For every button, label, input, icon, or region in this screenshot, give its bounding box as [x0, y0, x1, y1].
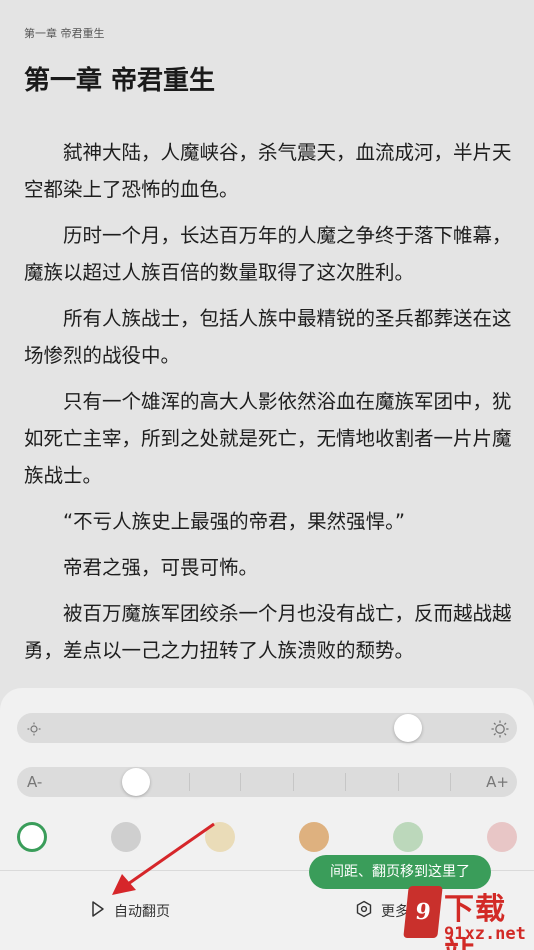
- theme-gray[interactable]: [111, 822, 141, 852]
- auto-page-label: 自动翻页: [114, 904, 170, 920]
- slider-tick: [189, 773, 190, 791]
- theme-green[interactable]: [393, 822, 423, 852]
- play-icon: [90, 900, 106, 922]
- font-size-slider-knob[interactable]: [122, 768, 150, 796]
- theme-tan[interactable]: [299, 822, 329, 852]
- paragraph: 所有人族战士，包括人族中最精锐的圣兵都葬送在这场惨烈的战役中。: [24, 307, 512, 367]
- auto-page-button[interactable]: 自动翻页: [90, 900, 170, 922]
- theme-swatches: [0, 822, 534, 854]
- watermark-site: 91xz.net: [444, 924, 526, 944]
- paragraph: 帝君之强，可畏可怖。: [63, 556, 259, 579]
- running-header: 第一章 帝君重生: [24, 27, 105, 40]
- paragraph: “不亏人族史上最强的帝君，果然强悍。”: [63, 510, 405, 533]
- theme-default[interactable]: [17, 822, 47, 852]
- slider-tick: [293, 773, 294, 791]
- site-watermark: 9 下载站 91xz.net: [403, 884, 534, 950]
- paragraph: 弑神大陆，人魔峡谷，杀气震天，血流成河，半片天空都染上了恐怖的血色。: [24, 141, 512, 201]
- gear-icon: [355, 900, 373, 922]
- font-decrease-label: A-: [27, 773, 43, 791]
- slider-tick: [345, 773, 346, 791]
- paragraph: 历时一个月，长达百万年的人魔之争终于落下帷幕，魔族以超过人族百倍的数量取得了这次…: [24, 224, 512, 284]
- watermark-logo-icon: 9: [403, 886, 443, 938]
- slider-tick: [450, 773, 451, 791]
- chapter-title: 第一章 帝君重生: [24, 66, 216, 96]
- paragraph: 被百万魔族军团绞杀一个月也没有战亡，反而越战越勇，差点以一己之力扭转了人族溃败的…: [24, 602, 512, 662]
- sun-large-icon: [491, 713, 509, 743]
- font-size-slider[interactable]: A- A+: [17, 767, 517, 797]
- brightness-slider[interactable]: [17, 713, 517, 743]
- slider-tick: [398, 773, 399, 791]
- chapter-content: 弑神大陆，人魔峡谷，杀气震天，血流成河，半片天空都染上了恐怖的血色。 历时一个月…: [24, 134, 516, 678]
- brightness-slider-knob[interactable]: [394, 714, 422, 742]
- sun-small-icon: [27, 713, 41, 743]
- paragraph: 只有一个雄浑的高大人影依然浴血在魔族军团中，犹如死亡主宰，所到之处就是死亡，无情…: [24, 390, 512, 487]
- theme-cream[interactable]: [205, 822, 235, 852]
- slider-tick: [240, 773, 241, 791]
- font-increase-label: A+: [486, 773, 509, 791]
- theme-pink[interactable]: [487, 822, 517, 852]
